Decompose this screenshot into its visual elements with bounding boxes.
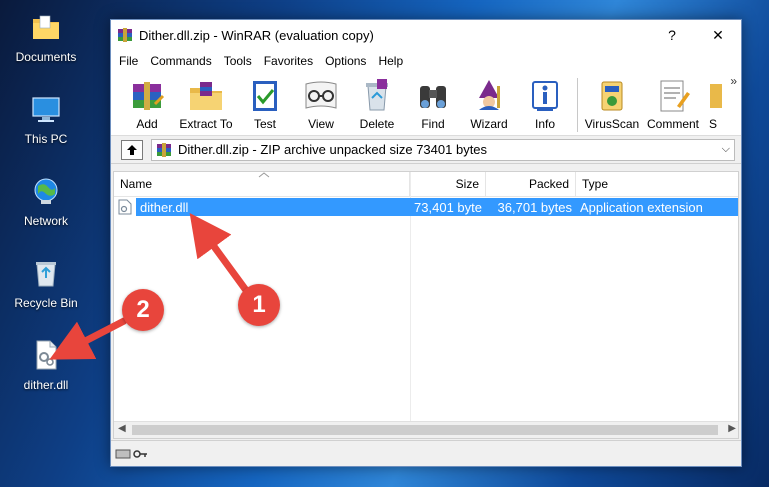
step-badge-2: 2	[122, 289, 164, 331]
annotation-arrows	[49, 213, 252, 360]
arrow-to-file-row	[189, 213, 252, 297]
arrow-to-desktop-file	[49, 317, 128, 360]
step-badge-1: 1	[238, 284, 280, 326]
